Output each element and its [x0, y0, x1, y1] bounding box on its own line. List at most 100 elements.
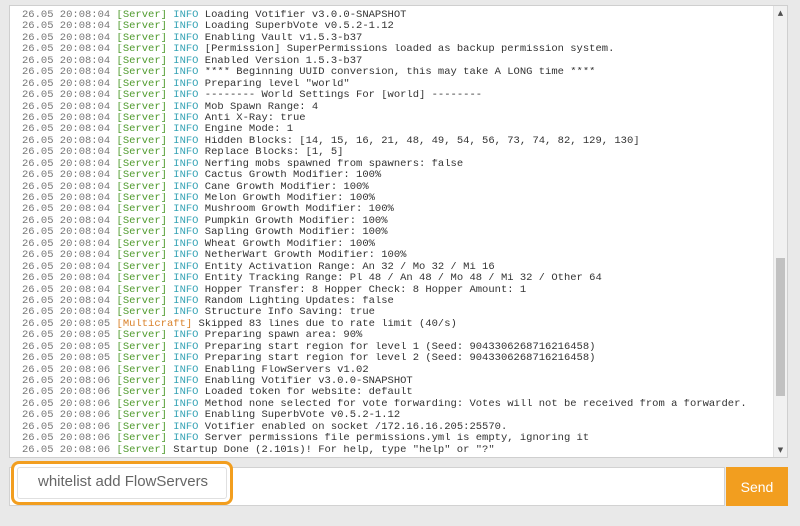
console-line: 26.05 20:08:05 [Server] INFO Preparing s… [22, 342, 767, 353]
log-level: INFO [173, 284, 199, 296]
log-timestamp: 26.05 20:08:04 [22, 284, 111, 296]
log-source: [Server] [116, 261, 167, 273]
log-level: INFO [173, 158, 199, 170]
log-source: [Server] [116, 284, 167, 296]
console-line: 26.05 20:08:05 [Server] INFO Preparing s… [22, 330, 767, 341]
log-message: Enabling Vault v1.5.3-b37 [204, 32, 363, 44]
console-line: 26.05 20:08:04 [Server] INFO **** Beginn… [22, 67, 767, 78]
log-message: Loaded token for website: default [204, 387, 413, 399]
log-timestamp: 26.05 20:08:06 [22, 433, 111, 445]
log-message: Cactus Growth Modifier: 100% [204, 170, 382, 182]
log-message: Loading Votifier v3.0.0-SNAPSHOT [204, 10, 407, 21]
console-line: 26.05 20:08:04 [Server] INFO Melon Growt… [22, 193, 767, 204]
log-level: INFO [173, 433, 199, 445]
command-input-highlight[interactable]: whitelist add FlowServers [11, 461, 233, 505]
log-level: INFO [173, 421, 199, 433]
scroll-down-arrow-icon[interactable]: ▼ [774, 443, 787, 457]
log-level: INFO [173, 273, 199, 285]
console-line: 26.05 20:08:06 [Server] INFO Loaded toke… [22, 387, 767, 398]
log-message: Skipped 83 lines due to rate limit (40/s… [198, 318, 457, 330]
log-message: Mushroom Growth Modifier: 100% [204, 204, 394, 216]
log-timestamp: 26.05 20:08:04 [22, 193, 111, 204]
console-line: 26.05 20:08:04 [Server] INFO Loading Vot… [22, 10, 767, 21]
log-timestamp: 26.05 20:08:04 [22, 261, 111, 273]
log-timestamp: 26.05 20:08:04 [22, 147, 111, 159]
log-timestamp: 26.05 20:08:04 [22, 204, 111, 216]
log-source: [Server] [116, 398, 167, 410]
console-line: 26.05 20:08:04 [Server] INFO -------- Wo… [22, 90, 767, 101]
log-source: [Server] [116, 410, 167, 422]
console-scrollbar[interactable]: ▲ ▼ [773, 6, 787, 457]
log-source: [Server] [116, 353, 167, 365]
log-timestamp: 26.05 20:08:04 [22, 273, 111, 285]
console-line: 26.05 20:08:04 [Server] INFO Nerfing mob… [22, 159, 767, 170]
console-line: 26.05 20:08:05 [Server] INFO Preparing s… [22, 353, 767, 364]
log-source: [Server] [116, 433, 167, 445]
log-source: [Server] [116, 135, 167, 147]
log-level: INFO [173, 330, 199, 342]
log-timestamp: 26.05 20:08:04 [22, 78, 111, 90]
log-level: INFO [173, 227, 199, 239]
scrollbar-thumb[interactable] [776, 258, 785, 396]
log-source: [Server] [116, 32, 167, 44]
log-message: Sapling Growth Modifier: 100% [204, 227, 388, 239]
console-line: 26.05 20:08:04 [Server] INFO NetherWart … [22, 250, 767, 261]
log-timestamp: 26.05 20:08:06 [22, 364, 111, 376]
log-message: Preparing start region for level 1 (Seed… [204, 341, 596, 353]
log-source: [Server] [116, 227, 167, 239]
console-line: 26.05 20:08:04 [Server] INFO Preparing l… [22, 79, 767, 90]
log-source: [Multicraft] [116, 318, 193, 330]
log-level: INFO [173, 21, 199, 33]
console-line: 26.05 20:08:04 [Server] INFO Entity Trac… [22, 273, 767, 284]
log-message: Wheat Growth Modifier: 100% [204, 238, 375, 250]
log-timestamp: 26.05 20:08:06 [22, 421, 111, 433]
log-source: [Server] [116, 250, 167, 262]
log-source: [Server] [116, 341, 167, 353]
log-source: [Server] [116, 44, 167, 56]
log-level: INFO [173, 307, 199, 319]
log-level: INFO [173, 67, 199, 79]
log-timestamp: 26.05 20:08:04 [22, 21, 111, 33]
log-timestamp: 26.05 20:08:04 [22, 227, 111, 239]
log-level: INFO [173, 32, 199, 44]
log-message: Startup Done (2.101s)! For help, type "h… [173, 444, 495, 456]
log-level: INFO [173, 78, 199, 90]
scroll-up-arrow-icon[interactable]: ▲ [774, 6, 787, 20]
log-message: Server permissions file permissions.yml … [204, 433, 590, 445]
log-timestamp: 26.05 20:08:04 [22, 238, 111, 250]
log-level: INFO [173, 101, 199, 113]
log-level: INFO [173, 238, 199, 250]
log-timestamp: 26.05 20:08:06 [22, 387, 111, 399]
command-input-value[interactable]: whitelist add FlowServers [38, 473, 208, 490]
log-timestamp: 26.05 20:08:05 [22, 330, 111, 342]
console-line: 26.05 20:08:04 [Server] INFO Wheat Growt… [22, 239, 767, 250]
console-line: 26.05 20:08:04 [Server] INFO Entity Acti… [22, 262, 767, 273]
console-line: 26.05 20:08:06 [Server] INFO Enabling Fl… [22, 365, 767, 376]
console-line: 26.05 20:08:06 [Server] INFO Server perm… [22, 433, 767, 444]
log-level: INFO [173, 376, 199, 387]
log-message: Hidden Blocks: [14, 15, 16, 21, 48, 49, … [204, 135, 640, 147]
console-line: 26.05 20:08:04 [Server] INFO Engine Mode… [22, 124, 767, 135]
console-line: 26.05 20:08:04 [Server] INFO Enabling Va… [22, 33, 767, 44]
log-timestamp: 26.05 20:08:05 [22, 353, 111, 365]
log-message: Entity Tracking Range: Pl 48 / An 48 / M… [204, 273, 602, 285]
log-source: [Server] [116, 21, 167, 33]
log-message: Entity Activation Range: An 32 / Mo 32 /… [204, 261, 495, 273]
log-level: INFO [173, 341, 199, 353]
log-message: Mob Spawn Range: 4 [204, 101, 319, 113]
log-level: INFO [173, 353, 199, 365]
log-message: Hopper Transfer: 8 Hopper Check: 8 Hoppe… [204, 284, 527, 296]
log-source: [Server] [116, 376, 167, 387]
log-level: INFO [173, 124, 199, 136]
log-timestamp: 26.05 20:08:04 [22, 32, 111, 44]
log-timestamp: 26.05 20:08:06 [22, 444, 111, 456]
log-level: INFO [173, 387, 199, 399]
console-line: 26.05 20:08:04 [Server] INFO Mushroom Gr… [22, 204, 767, 215]
log-message: Nerfing mobs spawned from spawners: fals… [204, 158, 464, 170]
log-timestamp: 26.05 20:08:04 [22, 67, 111, 79]
console-line: 26.05 20:08:04 [Server] INFO Mob Spawn R… [22, 102, 767, 113]
console-line: 26.05 20:08:04 [Server] INFO Enabled Ver… [22, 56, 767, 67]
log-source: [Server] [116, 10, 167, 21]
log-level: INFO [173, 364, 199, 376]
send-button[interactable]: Send [726, 467, 788, 506]
